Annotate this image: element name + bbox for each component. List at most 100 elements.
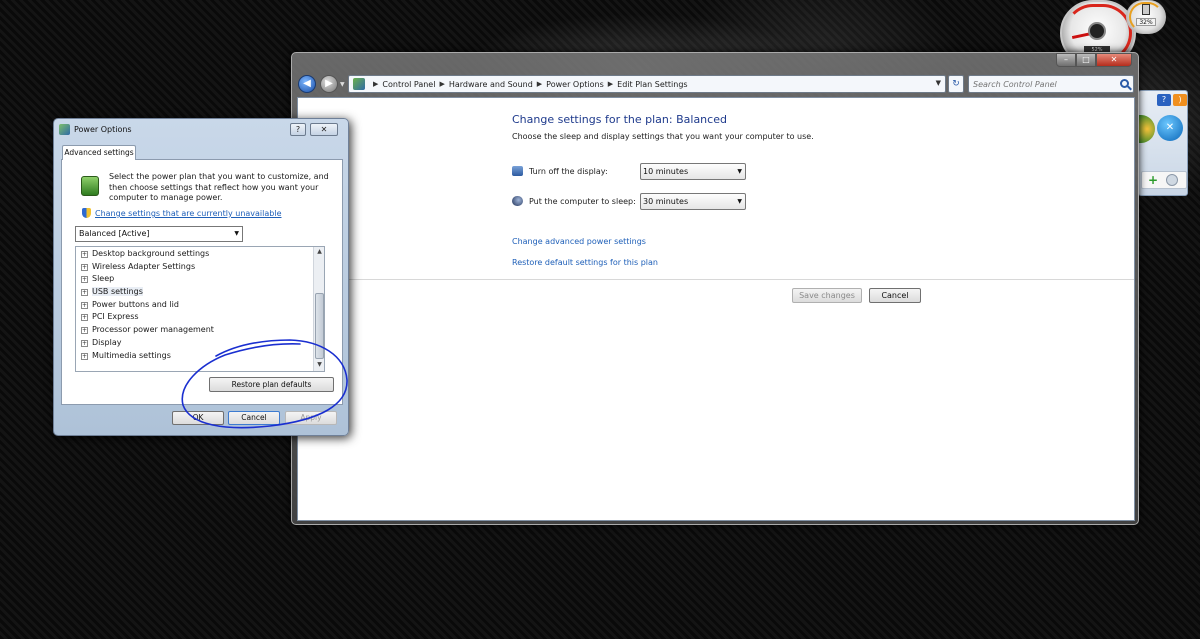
maximize-button[interactable]: □ (1076, 53, 1096, 67)
restore-defaults-link[interactable]: Restore default settings for this plan (512, 258, 658, 267)
tree-item[interactable]: + Sleep (81, 273, 311, 286)
breadcrumb-hardware-and-sound[interactable]: Hardware and Sound (449, 80, 533, 89)
chevron-down-icon: ▼ (737, 198, 742, 205)
forward-button[interactable]: ▶ (320, 75, 338, 93)
breadcrumb-edit-plan-settings[interactable]: Edit Plan Settings (617, 80, 687, 89)
battery-plan-icon (81, 176, 99, 196)
back-button[interactable]: ◀ (298, 75, 316, 93)
rss-icon[interactable]: ) (1173, 94, 1187, 106)
settings-tree[interactable]: + Desktop background settings + Wireless A… (75, 246, 325, 372)
page-subtitle: Choose the sleep and display settings th… (512, 132, 814, 141)
expand-icon[interactable]: + (81, 263, 88, 271)
expand-icon[interactable]: + (81, 276, 88, 284)
dialog-title: Power Options (74, 125, 132, 134)
gauge-center (1088, 22, 1106, 40)
scroll-thumb[interactable] (315, 293, 324, 359)
address-bar[interactable]: ▶ Control Panel ▶ Hardware and Sound ▶ P… (348, 75, 946, 93)
breadcrumb-separator[interactable]: ▶ (439, 80, 444, 88)
tree-item-label: Processor power management (92, 325, 214, 335)
internet-explorer-icon[interactable] (1139, 115, 1155, 143)
refresh-icon[interactable]: ↻ (948, 75, 964, 93)
tree-item[interactable]: + Wireless Adapter Settings (81, 261, 311, 274)
scroll-down-icon[interactable]: ▼ (315, 361, 324, 370)
power-plan-select[interactable]: Balanced [Active] ▼ (75, 226, 243, 242)
battery-icon (1142, 4, 1150, 15)
minimize-button[interactable]: – (1056, 53, 1076, 67)
gadget-toolbar: + (1141, 171, 1187, 189)
window-caption-buttons: – □ ✕ (1056, 53, 1132, 67)
tree-item[interactable]: + PCI Express (81, 311, 311, 324)
change-unavailable-settings-link[interactable]: Change settings that are currently unava… (82, 208, 282, 220)
tab-advanced-settings[interactable]: Advanced settings (62, 145, 136, 160)
chevron-down-icon: ▼ (234, 230, 239, 237)
chevron-down-icon: ▼ (737, 168, 742, 175)
sleep-timeout-select[interactable]: 30 minutes ▼ (640, 193, 746, 210)
breadcrumb-separator[interactable]: ▶ (373, 80, 378, 88)
display-label: Turn off the display: (529, 167, 608, 176)
tab-panel: Select the power plan that you want to c… (61, 159, 343, 405)
help-button[interactable]: ? (290, 123, 306, 136)
search-box[interactable] (968, 75, 1134, 93)
tree-item[interactable]: + Display (81, 337, 311, 350)
dialog-close-button[interactable]: ✕ (310, 123, 338, 136)
expand-icon[interactable]: + (81, 314, 88, 322)
tree-item-label: Sleep (92, 274, 115, 284)
ok-button[interactable]: OK (172, 411, 224, 425)
tree-scrollbar[interactable]: ▲ ▼ (313, 247, 324, 371)
display-timeout-value: 10 minutes (643, 167, 689, 176)
dialog-titlebar: Power Options ? ✕ (58, 123, 344, 139)
apply-button[interactable]: Apply (285, 411, 337, 425)
address-dropdown-icon[interactable]: ▼ (936, 79, 941, 87)
tree-item[interactable]: + Multimedia settings (81, 350, 311, 363)
advanced-power-settings-link[interactable]: Change advanced power settings (512, 237, 646, 246)
moon-icon (512, 196, 523, 206)
tree-item-label: Display (92, 337, 122, 347)
expand-icon[interactable]: + (81, 251, 88, 258)
tree-item[interactable]: + Desktop background settings (81, 248, 311, 261)
divider (298, 279, 1134, 280)
sidebar-gadget-panel[interactable]: ? ) ✕ + (1138, 90, 1188, 196)
monitor-icon (512, 166, 523, 176)
sleep-timeout-value: 30 minutes (643, 197, 689, 206)
uac-shield-icon (82, 208, 91, 218)
meter-icon[interactable] (1166, 174, 1178, 186)
cancel-button[interactable]: Cancel (869, 288, 921, 303)
tree-item[interactable]: + USB settings (81, 286, 311, 299)
scroll-up-icon[interactable]: ▲ (315, 248, 324, 257)
breadcrumb-separator[interactable]: ▶ (537, 80, 542, 88)
expand-icon[interactable]: + (81, 301, 88, 309)
battery-gadget[interactable]: 32% (1126, 0, 1166, 34)
dialog-cancel-button[interactable]: Cancel (228, 411, 280, 425)
search-icon[interactable] (1120, 79, 1129, 88)
restore-plan-defaults-button[interactable]: Restore plan defaults (209, 377, 334, 392)
tree-item-label: Wireless Adapter Settings (92, 261, 196, 271)
expand-icon[interactable]: + (81, 289, 88, 297)
display-timeout-select[interactable]: 10 minutes ▼ (640, 163, 746, 180)
sleep-label: Put the computer to sleep: (529, 197, 636, 206)
control-panel-window: – □ ✕ ◀ ▶ ▼ ▶ Control Panel ▶ Hardware a… (291, 52, 1139, 525)
tree-item-label: Desktop background settings (92, 249, 210, 258)
breadcrumb-control-panel[interactable]: Control Panel (382, 80, 435, 89)
tools-icon[interactable]: ✕ (1157, 115, 1183, 141)
tree-item[interactable]: + Processor power management (81, 324, 311, 337)
expand-icon[interactable]: + (81, 352, 88, 360)
power-options-icon (59, 124, 70, 135)
breadcrumb-separator[interactable]: ▶ (608, 80, 613, 88)
recent-pages-dropdown[interactable]: ▼ (340, 81, 348, 89)
save-changes-button[interactable]: Save changes (792, 288, 862, 303)
power-options-dialog: Power Options ? ✕ Advanced settings Sele… (53, 118, 349, 436)
expand-icon[interactable]: + (81, 339, 88, 347)
tree-list: + Desktop background settings + Wireless A… (81, 248, 311, 362)
page-title: Change settings for the plan: Balanced (512, 113, 727, 126)
close-button[interactable]: ✕ (1096, 53, 1132, 67)
add-gadget-icon[interactable]: + (1148, 174, 1160, 186)
power-plan-value: Balanced [Active] (79, 229, 150, 238)
expand-icon[interactable]: + (81, 327, 88, 335)
help-icon[interactable]: ? (1157, 94, 1171, 106)
control-panel-icon (353, 78, 365, 90)
dialog-description: Select the power plan that you want to c… (109, 172, 329, 202)
breadcrumb-power-options[interactable]: Power Options (546, 80, 604, 89)
change-link-label: Change settings that are currently unava… (95, 209, 282, 218)
search-input[interactable] (971, 77, 1111, 91)
tree-item[interactable]: + Power buttons and lid (81, 299, 311, 312)
